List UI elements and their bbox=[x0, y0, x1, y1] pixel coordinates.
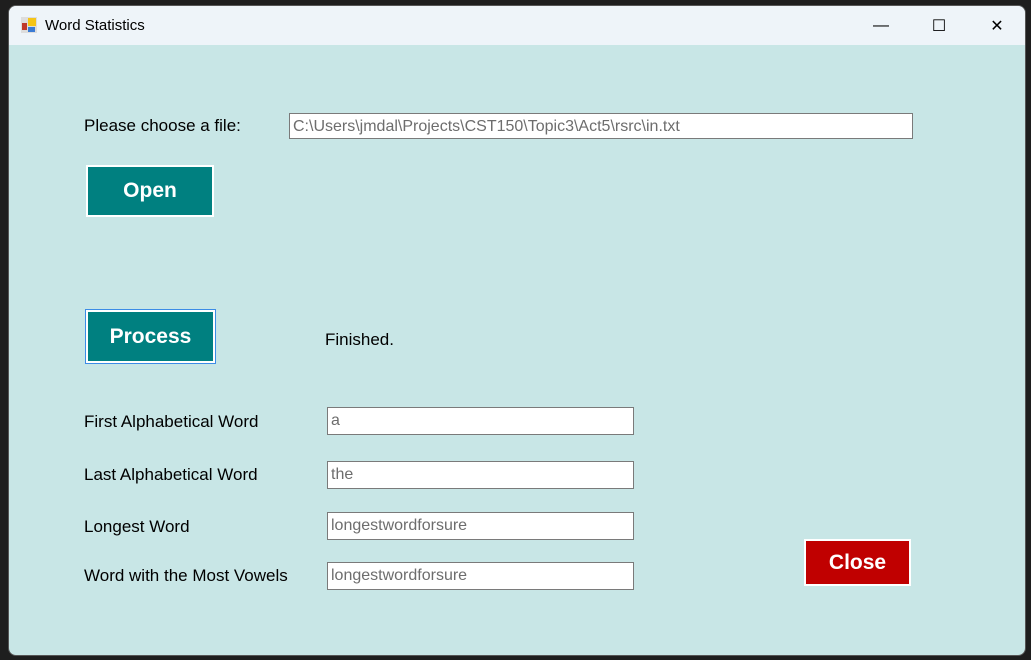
process-button[interactable]: Process bbox=[85, 309, 216, 364]
most-vowels-field[interactable]: longestwordforsure bbox=[327, 562, 634, 590]
app-icon bbox=[21, 17, 37, 33]
most-vowels-label: Word with the Most Vowels bbox=[84, 566, 288, 585]
close-button[interactable]: Close bbox=[804, 539, 911, 586]
status-text: Finished. bbox=[325, 330, 394, 349]
first-word-field[interactable]: a bbox=[327, 407, 634, 435]
longest-word-label: Longest Word bbox=[84, 517, 190, 536]
title-bar[interactable]: Word Statistics — ☐ ✕ bbox=[9, 6, 1025, 45]
word-statistics-window: Word Statistics — ☐ ✕ Please choose a fi… bbox=[8, 5, 1026, 656]
window-title: Word Statistics bbox=[45, 17, 145, 34]
last-word-label: Last Alphabetical Word bbox=[84, 465, 258, 484]
open-button[interactable]: Open bbox=[86, 165, 214, 217]
longest-word-field[interactable]: longestwordforsure bbox=[327, 512, 634, 540]
last-word-field[interactable]: the bbox=[327, 461, 634, 489]
minimize-button[interactable]: — bbox=[852, 6, 910, 45]
first-word-label: First Alphabetical Word bbox=[84, 412, 259, 431]
window-close-button[interactable]: ✕ bbox=[968, 6, 1025, 45]
file-label: Please choose a file: bbox=[84, 116, 241, 135]
maximize-button[interactable]: ☐ bbox=[910, 6, 968, 45]
file-path-input[interactable]: C:\Users\jmdal\Projects\CST150\Topic3\Ac… bbox=[289, 113, 913, 139]
